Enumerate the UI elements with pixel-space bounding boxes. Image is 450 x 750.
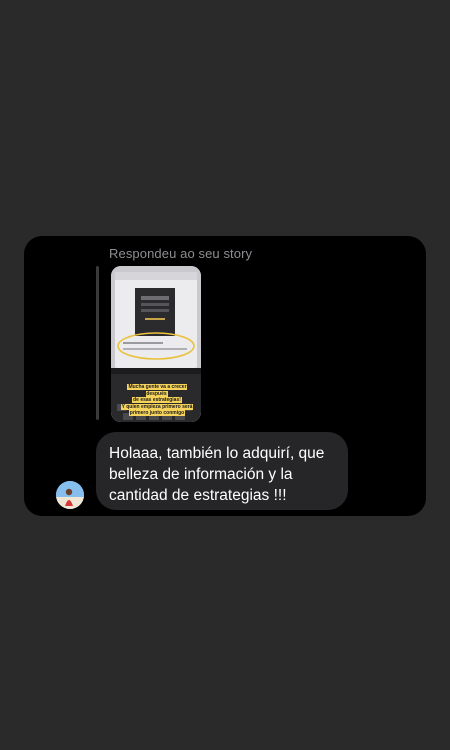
caption-line: primero junto conmigo xyxy=(128,410,186,416)
screen: Respondeu ao seu story Mucha gente va a … xyxy=(0,0,450,750)
message-bubble[interactable]: Holaaa, también lo adquirí, que belleza … xyxy=(96,432,348,510)
story-caption: Mucha gente va a crecer después de esas … xyxy=(119,384,195,417)
user-avatar-photo-icon xyxy=(56,481,84,509)
reply-context-label: Respondeu ao seu story xyxy=(109,246,253,261)
reply-indicator-bar xyxy=(96,266,99,420)
message-text: Holaaa, también lo adquirí, que belleza … xyxy=(109,445,325,504)
direct-message-card: Respondeu ao seu story Mucha gente va a … xyxy=(24,236,426,516)
sender-avatar[interactable] xyxy=(56,481,84,509)
caption-line: de esas estrategias! xyxy=(132,397,182,403)
caption-line: Mucha gente va a crecer después xyxy=(127,384,187,397)
caption-line: Y quien empieza primero será xyxy=(120,403,194,410)
story-thumbnail[interactable]: Mucha gente va a crecer después de esas … xyxy=(111,266,201,422)
